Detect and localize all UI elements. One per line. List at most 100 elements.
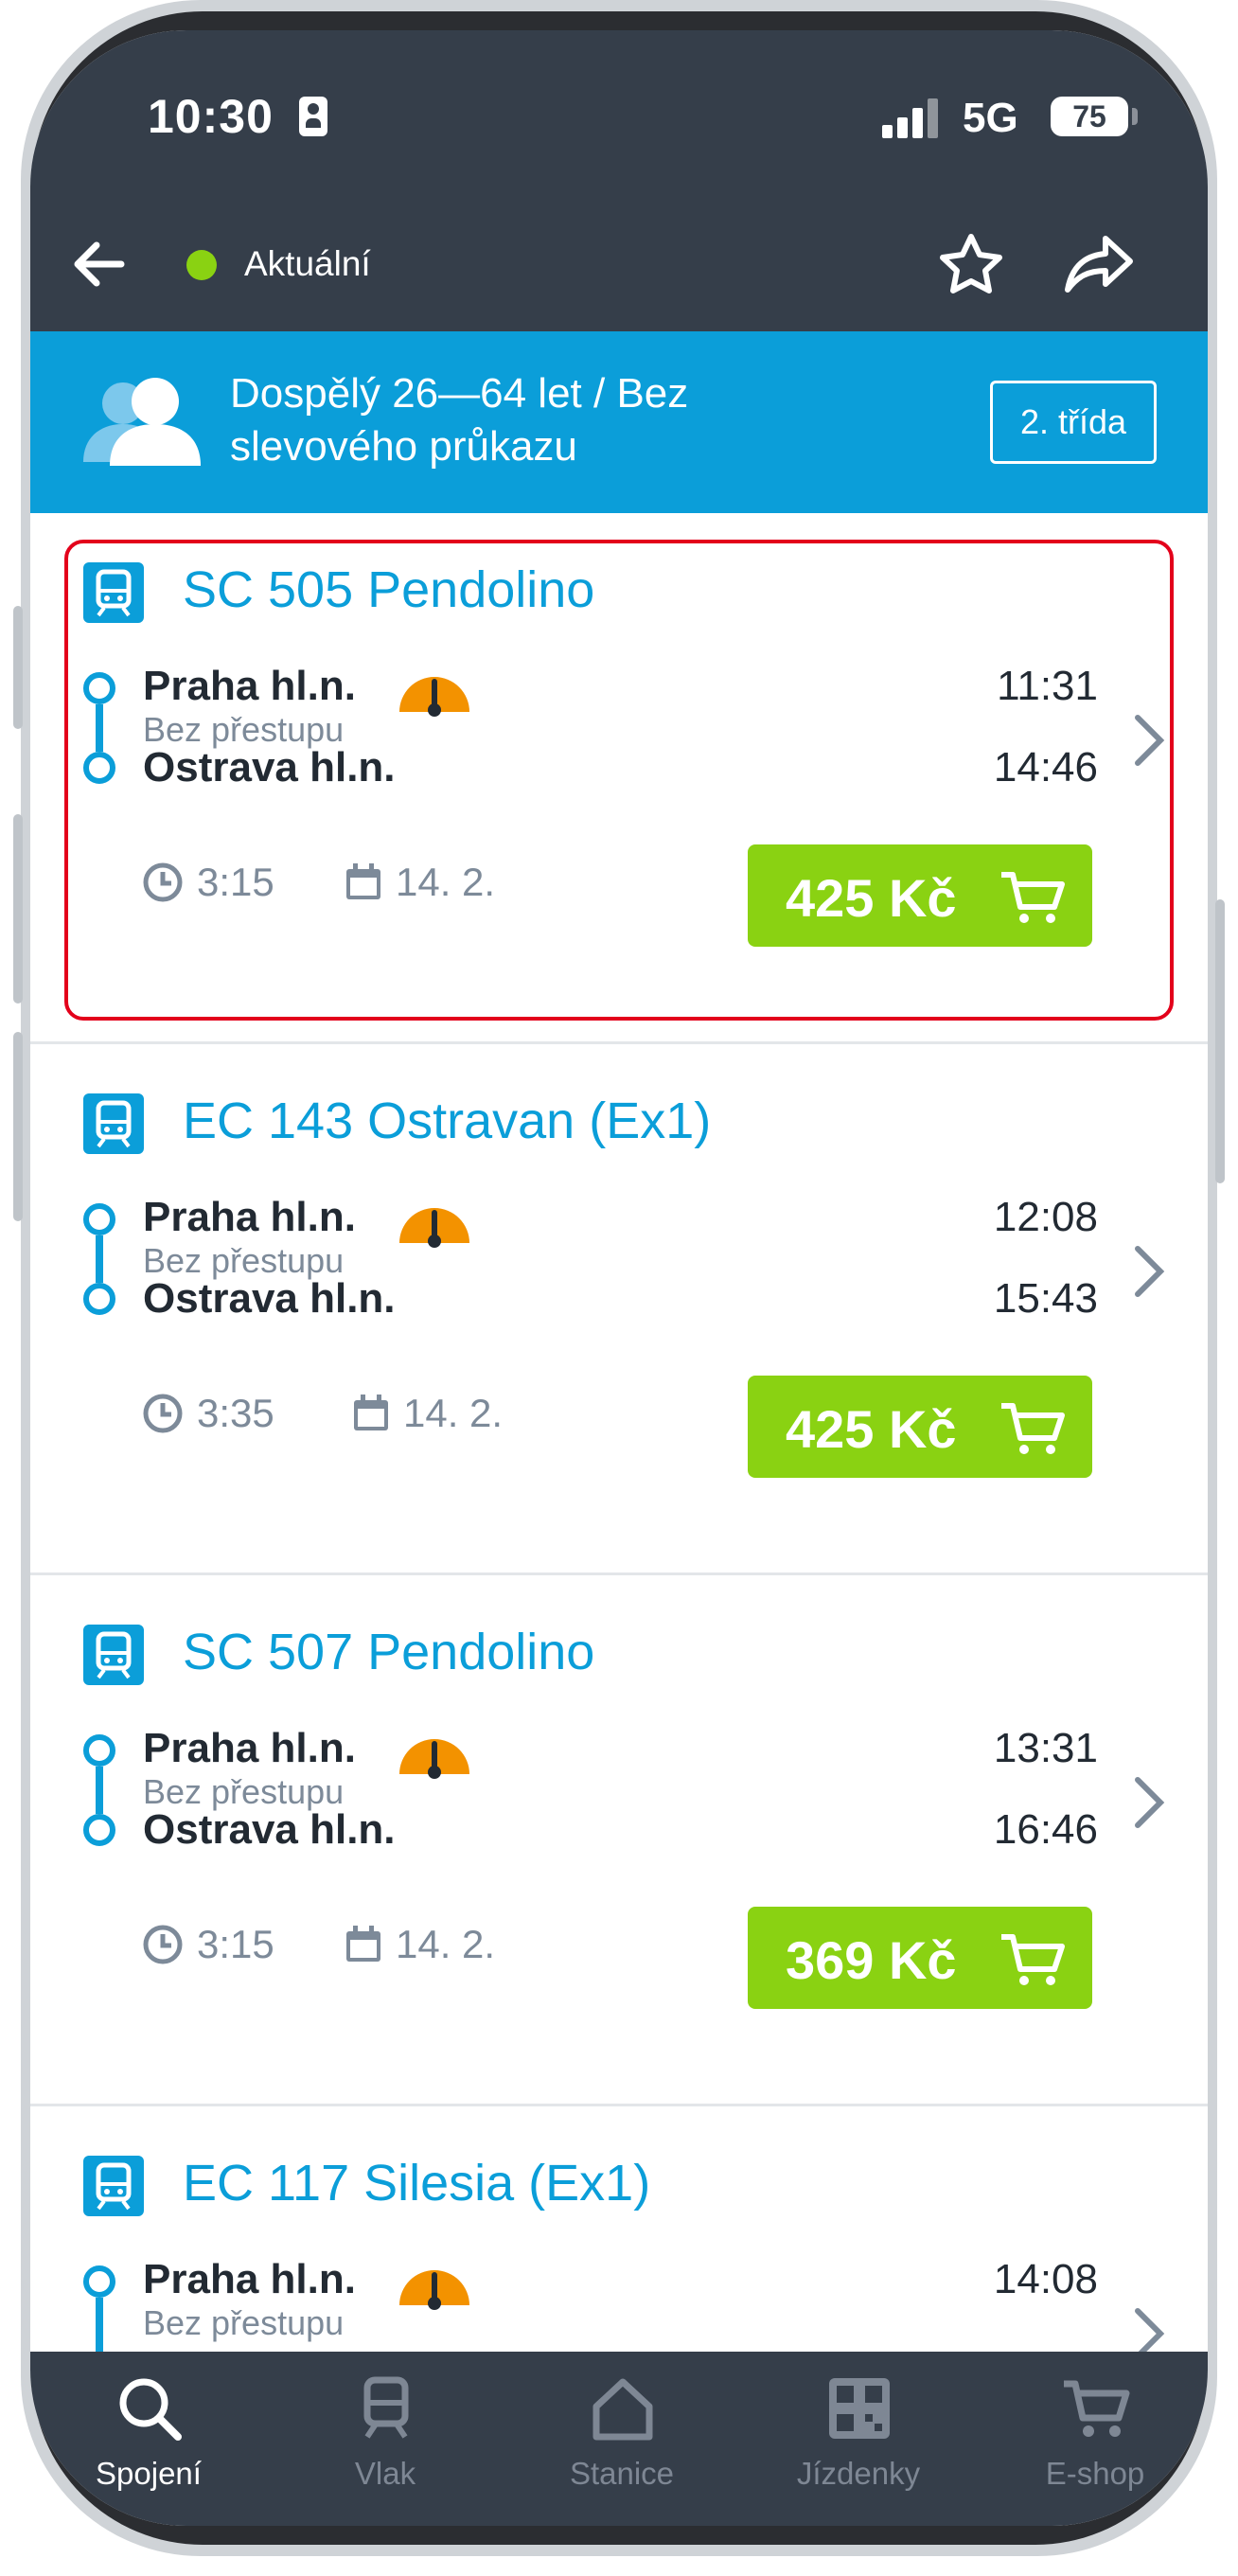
- chevron-right-icon[interactable]: [1130, 1772, 1168, 1833]
- departure-dot: [83, 1203, 115, 1235]
- speed-gauge-icon: [399, 2270, 469, 2310]
- house-icon: [592, 2378, 653, 2441]
- train-icon: [83, 562, 144, 623]
- clock-icon: [143, 862, 183, 902]
- departure-station: Praha hl.n.: [143, 663, 356, 709]
- connection-item[interactable]: SC 505 Pendolino Praha hl.n. 11:31 Bez p…: [30, 513, 1208, 1044]
- speed-gauge-icon: [399, 677, 469, 717]
- buy-ticket-button[interactable]: 425 Kč: [748, 844, 1092, 947]
- departure-time: 11:31: [997, 663, 1098, 709]
- contact-card-icon: [299, 97, 327, 136]
- battery-icon: [1132, 108, 1138, 125]
- travel-date: 14. 2.: [403, 1391, 504, 1435]
- status-bar: 10:30 5G 75: [30, 30, 1208, 191]
- departure-time: 14:08: [993, 2256, 1098, 2302]
- arrival-station: Ostrava hl.n.: [143, 744, 396, 791]
- chevron-right-icon[interactable]: [1130, 710, 1168, 771]
- cart-icon: [1001, 1403, 1065, 1454]
- travel-date: 14. 2.: [396, 860, 496, 904]
- tab-label: Stanice: [569, 2456, 675, 2491]
- passenger-bar[interactable]: Dospělý 26—64 let / Bez slevového průkaz…: [30, 331, 1208, 513]
- calendar-icon: [354, 1395, 388, 1430]
- departure-station: Praha hl.n.: [143, 1194, 356, 1240]
- tab-label: Jízdenky: [796, 2456, 921, 2491]
- departure-time: 13:31: [993, 1725, 1098, 1771]
- side-button: [13, 814, 23, 1004]
- tab-label: Vlak: [354, 2456, 416, 2491]
- departure-time: 12:08: [993, 1194, 1098, 1240]
- tab-stanice[interactable]: Stanice: [504, 2352, 740, 2526]
- departure-dot: [83, 672, 115, 704]
- qr-code-icon: [829, 2378, 890, 2439]
- train-icon: [83, 1093, 144, 1154]
- passengers-icon: [78, 371, 201, 475]
- connection-list: SC 505 Pendolino Praha hl.n. 11:31 Bez p…: [30, 513, 1208, 2526]
- chevron-right-icon[interactable]: [1130, 1241, 1168, 1302]
- arrival-time: 16:46: [993, 1806, 1098, 1853]
- tab-spojeni[interactable]: Spojení: [30, 2352, 267, 2526]
- cart-icon: [1064, 2380, 1130, 2437]
- cart-icon: [1001, 872, 1065, 923]
- tab-vlak[interactable]: Vlak: [267, 2352, 504, 2526]
- duration: 3:15: [197, 1922, 274, 1966]
- buy-ticket-button[interactable]: 369 Kč: [748, 1907, 1092, 2009]
- departure-dot: [83, 2265, 115, 2298]
- favorite-star-icon[interactable]: [935, 229, 1007, 301]
- tab-label: Spojení: [96, 2456, 202, 2491]
- side-button: [1215, 899, 1225, 1183]
- price-label: 369 Kč: [786, 1930, 957, 1990]
- arrival-dot: [83, 1814, 115, 1846]
- passenger-description: Dospělý 26—64 let / Bez slevového průkaz…: [230, 370, 689, 470]
- connection-item[interactable]: EC 143 Ostravan (Ex1) Praha hl.n. 12:08 …: [30, 1044, 1208, 1575]
- clock-icon: [143, 1394, 183, 1433]
- speed-gauge-icon: [399, 1739, 469, 1779]
- calendar-icon: [346, 863, 380, 899]
- calendar-icon: [346, 1926, 380, 1962]
- train-icon: [83, 1625, 144, 1685]
- arrival-time: 14:46: [993, 744, 1098, 791]
- tab-eshop[interactable]: E-shop: [977, 2352, 1208, 2526]
- online-status-dot: [186, 250, 217, 280]
- route-line: [96, 1235, 103, 1283]
- train-name: EC 117 Silesia (Ex1): [183, 2155, 651, 2212]
- bottom-tab-bar: Spojení Vlak Stanice Jízdenky E-shop: [30, 2352, 1208, 2526]
- back-arrow-icon[interactable]: [66, 231, 133, 297]
- signal-icon: [882, 97, 948, 138]
- train-icon: [83, 2156, 144, 2216]
- travel-date: 14. 2.: [396, 1922, 496, 1966]
- train-name: SC 507 Pendolino: [183, 1624, 595, 1680]
- cart-icon: [1001, 1934, 1065, 1985]
- app-screen: 10:30 5G 75 Aktuální Dospělý 26—64 let /…: [30, 30, 1208, 2526]
- speed-gauge-icon: [399, 1208, 469, 1248]
- train-icon: [363, 2376, 409, 2439]
- price-label: 425 Kč: [786, 1399, 957, 1459]
- battery-level: 75: [1051, 97, 1128, 136]
- share-arrow-icon[interactable]: [1062, 229, 1138, 301]
- clock-icon: [143, 1925, 183, 1964]
- arrival-station: Ostrava hl.n.: [143, 1806, 396, 1853]
- route-line: [96, 1767, 103, 1814]
- side-button: [13, 1032, 23, 1221]
- tab-jizdenky[interactable]: Jízdenky: [740, 2352, 977, 2526]
- network-type: 5G: [963, 95, 1018, 141]
- status-label: Aktuální: [244, 244, 371, 283]
- arrival-station: Ostrava hl.n.: [143, 1275, 396, 1322]
- arrival-dot: [83, 1283, 115, 1315]
- connection-item[interactable]: SC 507 Pendolino Praha hl.n. 13:31 Bez p…: [30, 1575, 1208, 2106]
- departure-dot: [83, 1734, 115, 1767]
- train-name: EC 143 Ostravan (Ex1): [183, 1093, 712, 1149]
- duration: 3:15: [197, 860, 274, 904]
- route-line: [96, 704, 103, 752]
- transfer-info: Bez přestupu: [143, 2303, 345, 2342]
- duration: 3:35: [197, 1391, 274, 1435]
- price-label: 425 Kč: [786, 868, 957, 928]
- side-button: [13, 606, 23, 729]
- status-time: 10:30: [148, 90, 274, 143]
- arrival-time: 15:43: [993, 1275, 1098, 1322]
- departure-station: Praha hl.n.: [143, 2256, 356, 2302]
- travel-class-button[interactable]: 2. třída: [990, 381, 1157, 464]
- arrival-dot: [83, 752, 115, 784]
- buy-ticket-button[interactable]: 425 Kč: [748, 1376, 1092, 1478]
- train-name: SC 505 Pendolino: [183, 561, 595, 618]
- departure-station: Praha hl.n.: [143, 1725, 356, 1771]
